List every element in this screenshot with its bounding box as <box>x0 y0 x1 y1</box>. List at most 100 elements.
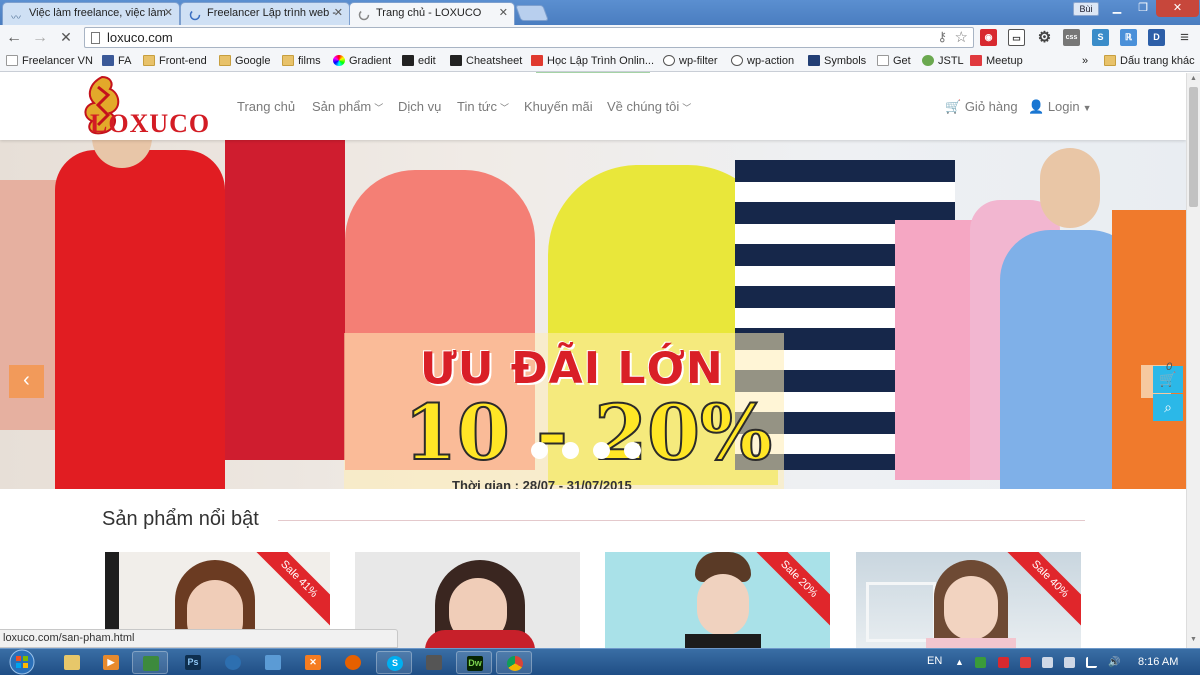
bookmark-wp-filter[interactable]: wp-filter <box>663 54 718 68</box>
taskbar-network[interactable] <box>255 651 291 674</box>
extension-r-icon[interactable]: ℝ <box>1120 29 1137 46</box>
edit-icon <box>402 55 414 66</box>
bookmark-meetup[interactable]: Meetup <box>970 54 1023 68</box>
bookmark-star-icon[interactable]: ☆ <box>955 28 968 46</box>
carousel-prev-arrow-icon[interactable]: ‹ <box>9 365 44 398</box>
bookmark-get[interactable]: Get <box>877 54 911 68</box>
browser-tab-freelance[interactable]: 〰 Việc làm freelance, việc làm ✕ <box>2 2 180 25</box>
back-arrow-icon[interactable]: ← <box>4 28 24 48</box>
nav-promotions[interactable]: Khuyến mãi <box>524 99 593 114</box>
floating-search-icon[interactable]: ⌕ <box>1153 394 1183 421</box>
bookmark-google[interactable]: Google <box>219 54 270 68</box>
carousel-dot-3[interactable] <box>593 442 610 459</box>
scroll-down-icon[interactable]: ▼ <box>1189 636 1198 646</box>
symbols-icon <box>808 55 820 66</box>
stop-loading-icon[interactable]: ✕ <box>56 28 76 48</box>
taskbar-app-green[interactable] <box>132 651 168 674</box>
restore-icon[interactable]: ❐ <box>1130 0 1156 17</box>
bookmark-fa[interactable]: FA <box>102 54 131 68</box>
address-bar[interactable]: loxuco.com ⚷ ☆ <box>84 27 974 48</box>
product-card[interactable]: Sale 20% <box>605 552 830 648</box>
tray-flag-icon[interactable] <box>1042 657 1053 668</box>
login-menu[interactable]: 👤 Login ▼ <box>1028 99 1092 115</box>
bookmark-hoc-lap-trinh[interactable]: Học Lập Trình Onlin... <box>531 54 654 68</box>
taskbar-explorer[interactable] <box>54 651 90 674</box>
nav-about[interactable]: Về chúng tôi ﹀ <box>607 99 691 114</box>
tab-close-icon[interactable]: ✕ <box>164 3 173 24</box>
profile-button[interactable]: Bùi <box>1073 2 1099 16</box>
system-clock[interactable]: 8:16 AM <box>1138 656 1178 668</box>
input-language[interactable]: EN <box>927 655 942 667</box>
nav-home[interactable]: Trang chủ <box>237 99 295 114</box>
nav-news[interactable]: Tin tức ﹀ <box>457 99 509 114</box>
cart-link[interactable]: 🛒 Giỏ hàng <box>945 99 1018 115</box>
wordpress-icon <box>731 55 743 66</box>
tray-antivirus-icon[interactable] <box>1020 657 1031 668</box>
bookmark-label: JSTL <box>938 55 964 67</box>
tray-up-arrow-icon[interactable]: ▲ <box>955 657 966 668</box>
bookmark-cheatsheet[interactable]: Cheatsheet <box>450 54 522 68</box>
bookmark-label: Symbols <box>824 55 867 67</box>
scroll-thumb[interactable] <box>1189 87 1198 207</box>
carousel-dot-2[interactable] <box>562 442 579 459</box>
bookmarks-overflow-button[interactable]: » <box>1082 54 1088 68</box>
bookmark-label: Google <box>235 55 271 67</box>
page-scrollbar[interactable]: ▲ ▼ <box>1186 73 1200 648</box>
bookmark-films[interactable]: films <box>282 54 321 68</box>
browser-tab-freelancer-web[interactable]: Freelancer Lập trình web - ✕ <box>180 2 350 25</box>
taskbar-chrome[interactable] <box>496 651 532 674</box>
bookmark-label: films <box>298 55 321 67</box>
css-viewer-icon[interactable]: css <box>1063 29 1080 46</box>
bookmarks-bar: Freelancer VN FA Front-end Google films … <box>0 50 1200 72</box>
minimize-icon[interactable]: ▁ <box>1104 0 1130 17</box>
bookmark-freelancer-vn[interactable]: Freelancer VN <box>6 54 93 68</box>
taskbar-globe[interactable] <box>215 651 251 674</box>
bookmark-other[interactable]: Dấu trang khác <box>1104 54 1195 68</box>
bookmark-front-end[interactable]: Front-end <box>143 54 207 68</box>
bookmark-edit[interactable]: edit <box>402 54 436 68</box>
extension-s-icon[interactable]: S <box>1092 29 1109 46</box>
taskbar-firefox[interactable] <box>335 651 371 674</box>
settings-gear-icon[interactable]: ⚙ <box>1036 29 1053 46</box>
taskbar-skype[interactable]: S <box>376 651 412 674</box>
forward-arrow-icon[interactable]: → <box>30 28 50 48</box>
taskbar-photoshop[interactable]: Ps <box>175 651 211 674</box>
carousel-dot-4[interactable] <box>624 442 641 459</box>
browser-tab-loxuco[interactable]: Trang chủ - LOXUCO ✕ <box>349 2 515 25</box>
volume-icon[interactable]: 🔊 <box>1108 657 1120 668</box>
carousel-dot-1[interactable] <box>531 442 548 459</box>
start-button[interactable] <box>4 649 40 676</box>
extension-d-icon[interactable]: D <box>1148 29 1165 46</box>
tab-close-icon[interactable]: ✕ <box>499 3 508 24</box>
new-tab-button[interactable] <box>515 5 549 21</box>
scroll-up-icon[interactable]: ▲ <box>1189 75 1198 85</box>
xampp-icon: ✕ <box>305 655 321 670</box>
taskbar-xampp[interactable]: ✕ <box>295 651 331 674</box>
taskbar-dreamweaver[interactable]: Dw <box>456 651 492 674</box>
key-icon[interactable]: ⚷ <box>937 29 947 45</box>
bookmark-wp-action[interactable]: wp-action <box>731 54 794 68</box>
product-model-face <box>944 576 998 640</box>
extension-red-icon[interactable]: ◉ <box>980 29 997 46</box>
tray-red-icon[interactable] <box>998 657 1009 668</box>
tray-app-icon[interactable] <box>975 657 986 668</box>
tray-device-icon[interactable] <box>1064 657 1075 668</box>
bookmark-gradient[interactable]: Gradient <box>333 54 391 68</box>
site-logo[interactable]: LOXUCO <box>80 75 230 138</box>
facebook-icon <box>102 55 114 66</box>
hero-carousel[interactable]: ƯU ĐÃI LỚN 10 - 20% Thời gian : 28/07 - … <box>0 140 1186 489</box>
nav-products[interactable]: Sản phẩm ﹀ <box>312 99 383 114</box>
taskbar-app-window[interactable] <box>416 651 452 674</box>
bookmark-symbols[interactable]: Symbols <box>808 54 866 68</box>
window-close-icon[interactable]: ✕ <box>1156 0 1199 17</box>
chrome-menu-icon[interactable]: ≡ <box>1176 29 1193 46</box>
taskbar-media-player[interactable]: ▶ <box>93 651 129 674</box>
product-card[interactable]: Sale 40% <box>856 552 1081 648</box>
tab-close-icon[interactable]: ✕ <box>334 3 343 24</box>
bookmark-jstl[interactable]: JSTL <box>922 54 964 68</box>
address-url[interactable]: loxuco.com <box>107 30 173 45</box>
network-signal-icon[interactable] <box>1086 657 1097 668</box>
nav-services[interactable]: Dịch vụ <box>398 99 441 114</box>
loading-spinner-icon <box>189 8 201 21</box>
cast-icon[interactable]: ▭ <box>1008 29 1025 46</box>
